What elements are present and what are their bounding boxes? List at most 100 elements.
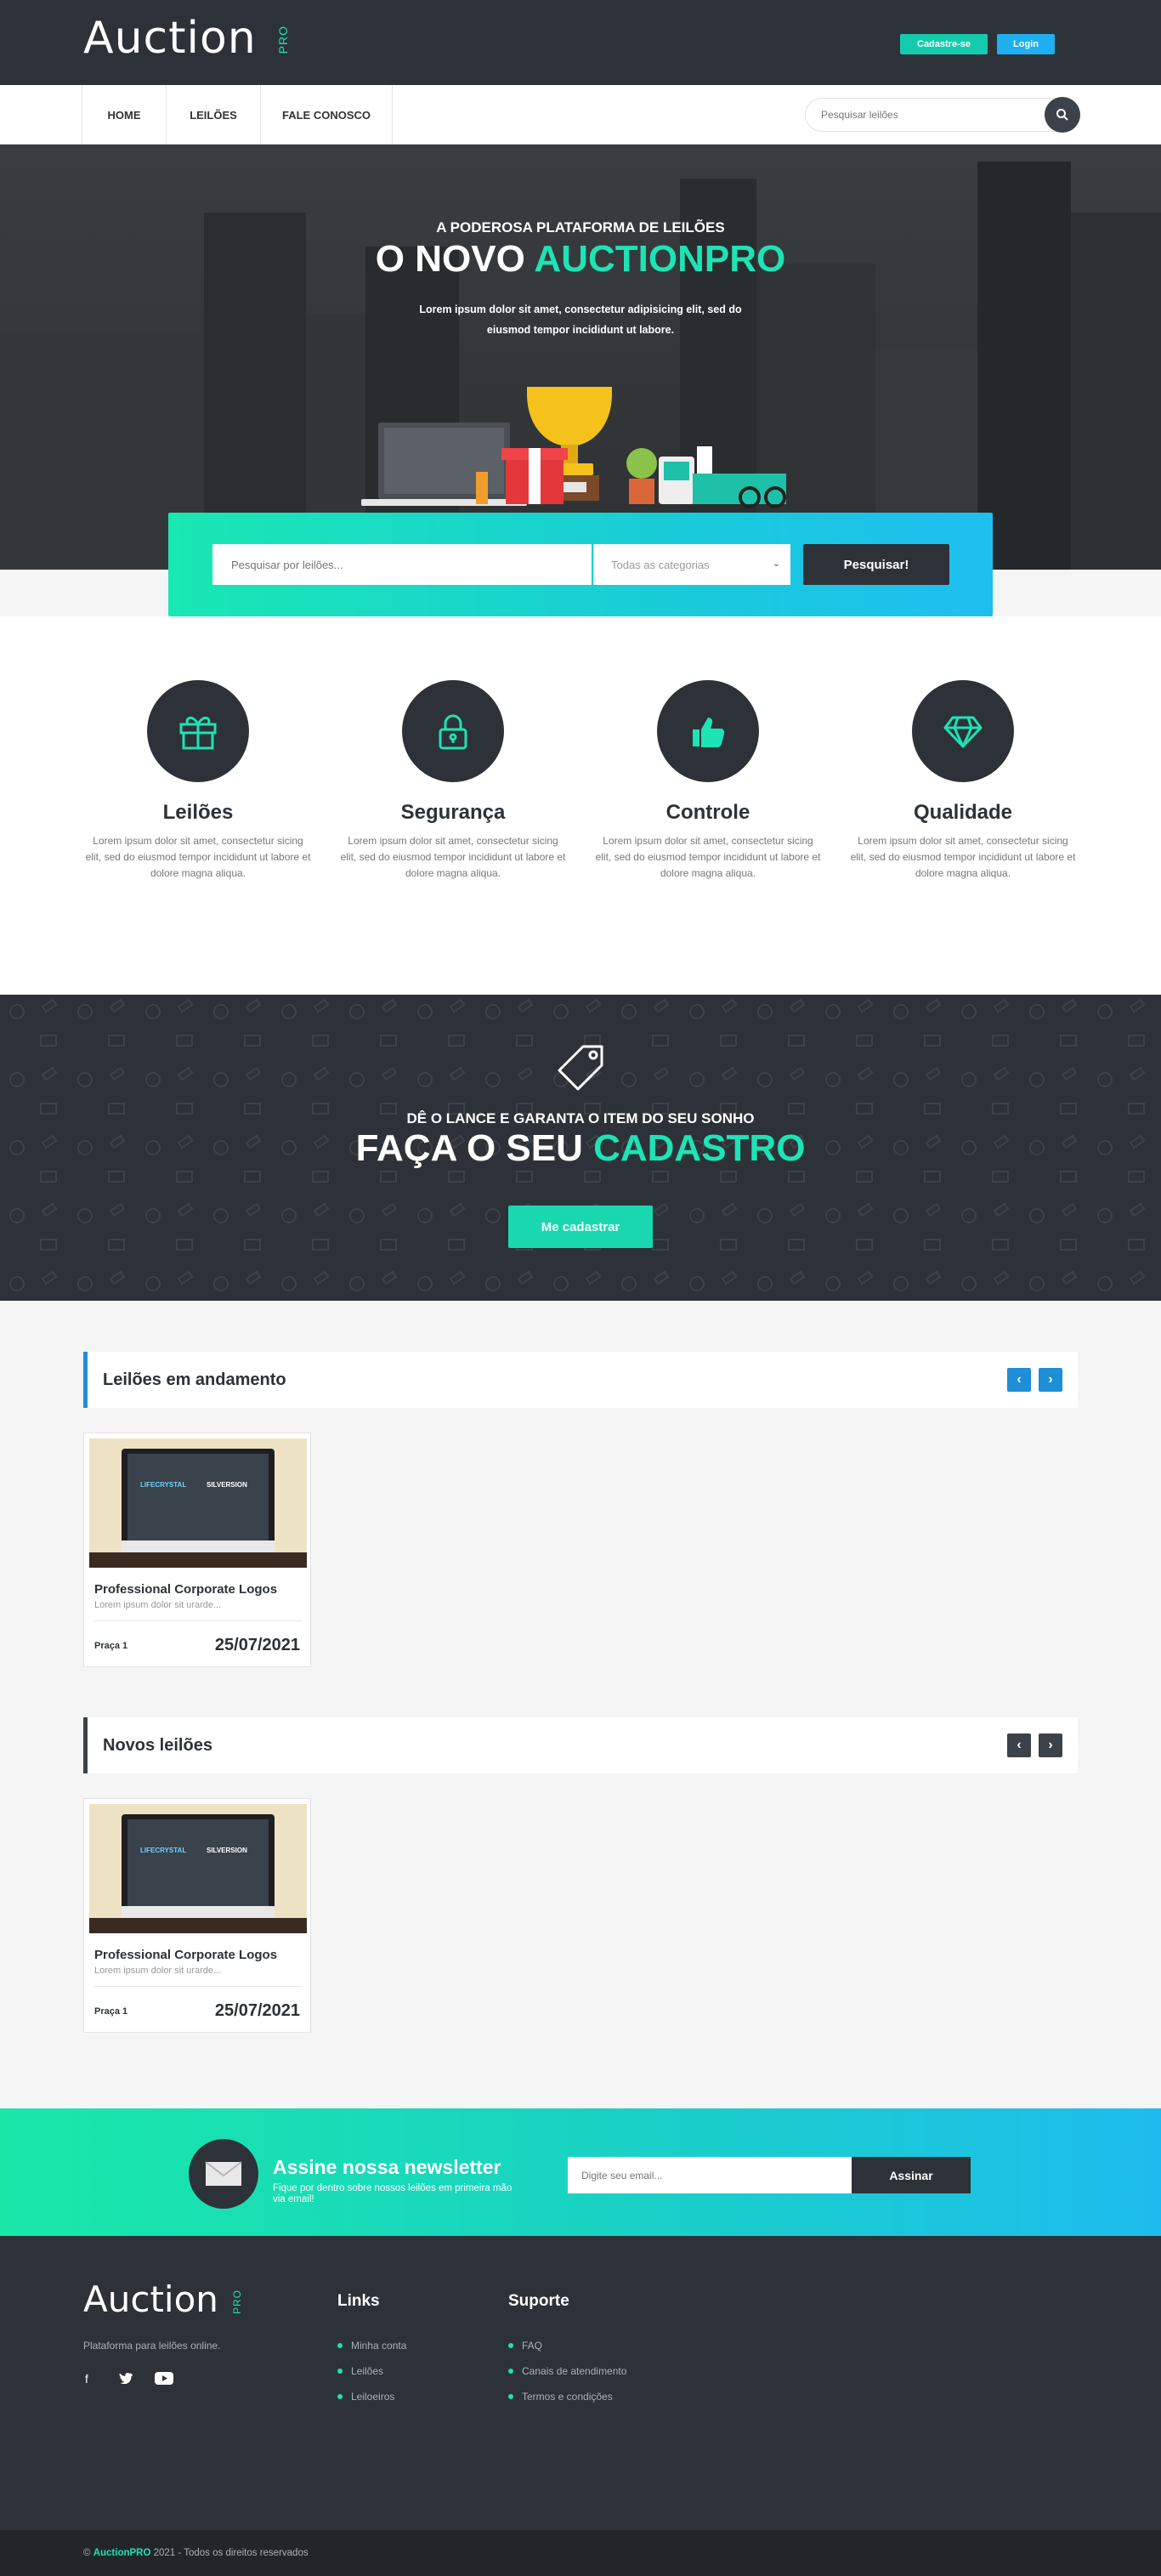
footer-link-label: Leiloeiros (351, 2391, 395, 2403)
footer-link-canais[interactable]: Canais de atendimento (508, 2365, 626, 2377)
footer-link-label: Canais de atendimento (522, 2365, 627, 2377)
nav-search-input[interactable] (821, 106, 1025, 123)
feature-title: Leilões (162, 801, 234, 824)
feature-controle: Controle Lorem ipsum dolor sit amet, con… (595, 680, 821, 882)
category-select[interactable]: Todas as categorias ⌄ (593, 544, 790, 585)
auction-search-input[interactable] (212, 544, 592, 585)
hero-subtitle: A PODEROSA PLATAFORMA DE LEILÕES (436, 219, 725, 235)
footer-tagline: Plataforma para leilões online. (83, 2340, 221, 2352)
footer-logo[interactable]: Auction (83, 2278, 218, 2321)
auction-card-praca: Praça 1 (94, 1641, 128, 1651)
facebook-icon[interactable]: f (85, 2372, 88, 2386)
feature-title: Qualidade (913, 801, 1013, 824)
divider (94, 1620, 302, 1621)
newsletter-subscribe-button[interactable]: Assinar (852, 2157, 971, 2193)
copyright-suffix: 2021 - Todos os direitos reservados (153, 2548, 309, 2558)
section-header-new: Novos leilões (83, 1717, 1078, 1773)
nav-search-box (805, 98, 1079, 132)
carousel-next-button[interactable]: › (1039, 1368, 1062, 1392)
footer-link-label: Leilões (351, 2365, 384, 2377)
register-button[interactable]: Cadastre-se (900, 34, 988, 54)
section-title: Leilões em andamento (103, 1370, 286, 1389)
youtube-icon[interactable] (155, 2372, 173, 2387)
nav-item-fale-conosco[interactable]: FALE CONOSCO (261, 85, 393, 145)
newsletter-icon-circle (189, 2139, 258, 2209)
copyright-text: © AuctionPRO 2021 - Todos os direitos re… (83, 2548, 309, 2558)
chevron-down-icon: ⌄ (772, 559, 780, 569)
feature-title: Segurança (400, 801, 506, 824)
footer-link-faq[interactable]: FAQ (508, 2340, 542, 2352)
thumbs-up-icon (693, 718, 725, 747)
chevron-left-icon: ‹ (1017, 1372, 1022, 1387)
cta-subtitle: DÊ O LANCE E GARANTA O ITEM DO SEU SONHO (406, 1110, 755, 1126)
screen-logo-left: LIFECRYSTAL (140, 1481, 187, 1489)
hero-description: Lorem ipsum dolor sit amet, consectetur … (419, 304, 742, 336)
feature-icon-circle (912, 680, 1014, 782)
screen-logo-right: SILVERSION (207, 1481, 247, 1489)
chevron-right-icon: › (1048, 1372, 1053, 1387)
chevron-right-icon: › (1048, 1738, 1053, 1752)
auction-card-desc: Lorem ipsum dolor sit urarde... (94, 1600, 222, 1610)
hero-title-accent: AUCTIONPRO (534, 238, 786, 280)
footer-links-title: Links (337, 2292, 380, 2310)
carousel-next-button[interactable]: › (1039, 1733, 1062, 1757)
carousel-prev-button[interactable]: ‹ (1007, 1368, 1031, 1392)
hero-title: O NOVO AUCTIONPRO (0, 238, 1161, 281)
site-logo[interactable]: Auction (83, 12, 257, 65)
envelope-icon (205, 2161, 242, 2186)
carousel-prev-button[interactable]: ‹ (1007, 1733, 1031, 1757)
footer-link-termos[interactable]: Termos e condições (508, 2391, 613, 2403)
twitter-icon[interactable] (119, 2372, 133, 2386)
newsletter-email-input[interactable] (568, 2157, 852, 2193)
section-title: Novos leilões (103, 1735, 212, 1755)
auction-card-title[interactable]: Professional Corporate Logos (94, 1582, 277, 1597)
footer-link-leiloeiros[interactable]: Leiloeiros (337, 2391, 394, 2403)
auction-card-date: 25/07/2021 (214, 1636, 300, 1654)
feature-description: Lorem ipsum dolor sit amet, consectetur … (595, 835, 821, 879)
feature-description: Lorem ipsum dolor sit amet, consectetur … (85, 835, 311, 879)
lock-icon (439, 714, 467, 750)
login-button[interactable]: Login (997, 34, 1055, 54)
section-header-ongoing: Leilões em andamento (83, 1352, 1078, 1408)
footer-link-label: Termos e condições (522, 2391, 613, 2403)
feature-title: Controle (665, 801, 750, 824)
nav-search-button[interactable] (1045, 97, 1080, 133)
nav-item-leiloes[interactable]: LEILÕES (167, 85, 261, 145)
auction-card-title[interactable]: Professional Corporate Logos (94, 1948, 277, 1962)
feature-leiloes: Leilões Lorem ipsum dolor sit amet, cons… (85, 680, 311, 882)
feature-description: Lorem ipsum dolor sit amet, consectetur … (850, 835, 1076, 879)
hero-illustration (361, 387, 786, 508)
copyright-brand: AuctionPRO (93, 2548, 151, 2558)
auction-card-desc: Lorem ipsum dolor sit urarde... (94, 1966, 222, 1976)
hero-title-prefix: O NOVO (375, 238, 535, 280)
gift-icon (179, 717, 217, 750)
auction-card[interactable]: LIFECRYSTAL SILVERSION Professional Corp… (83, 1433, 311, 1667)
copyright-symbol: © (83, 2548, 91, 2558)
auction-card[interactable]: LIFECRYSTAL SILVERSION Professional Corp… (83, 1798, 311, 2033)
screen-logo-right: SILVERSION (207, 1847, 247, 1854)
auction-card-date: 25/07/2021 (214, 2001, 300, 2020)
feature-seguranca: Segurança Lorem ipsum dolor sit amet, co… (340, 680, 566, 882)
footer-link-leiloes[interactable]: Leilões (337, 2365, 383, 2377)
auction-card-image: LIFECRYSTAL SILVERSION (89, 1804, 307, 1933)
footer-logo-pro-mark: PRO (231, 2289, 243, 2315)
divider (94, 1986, 302, 1987)
feature-icon-circle (147, 680, 249, 782)
footer-link-label: Minha conta (351, 2340, 407, 2352)
cta-title: FAÇA O SEU CADASTRO (0, 1127, 1161, 1170)
auction-card-image: LIFECRYSTAL SILVERSION (89, 1438, 307, 1568)
footer-link-label: FAQ (522, 2340, 543, 2352)
chevron-left-icon: ‹ (1017, 1738, 1022, 1752)
nav-item-home[interactable]: HOME (82, 85, 167, 145)
price-tag-icon (554, 1041, 609, 1100)
feature-icon-circle (657, 680, 759, 782)
cta-title-accent: CADASTRO (593, 1127, 806, 1169)
feature-qualidade: Qualidade Lorem ipsum dolor sit amet, co… (850, 680, 1076, 882)
search-icon (1056, 109, 1068, 121)
search-submit-button[interactable]: Pesquisar! (803, 544, 949, 585)
footer-link-minha-conta[interactable]: Minha conta (337, 2340, 406, 2352)
newsletter-description: Fique por dentro sobre nossos leilões em… (273, 2183, 513, 2204)
diamond-icon (943, 716, 983, 748)
signup-button[interactable]: Me cadastrar (508, 1206, 653, 1248)
feature-icon-circle (402, 680, 504, 782)
